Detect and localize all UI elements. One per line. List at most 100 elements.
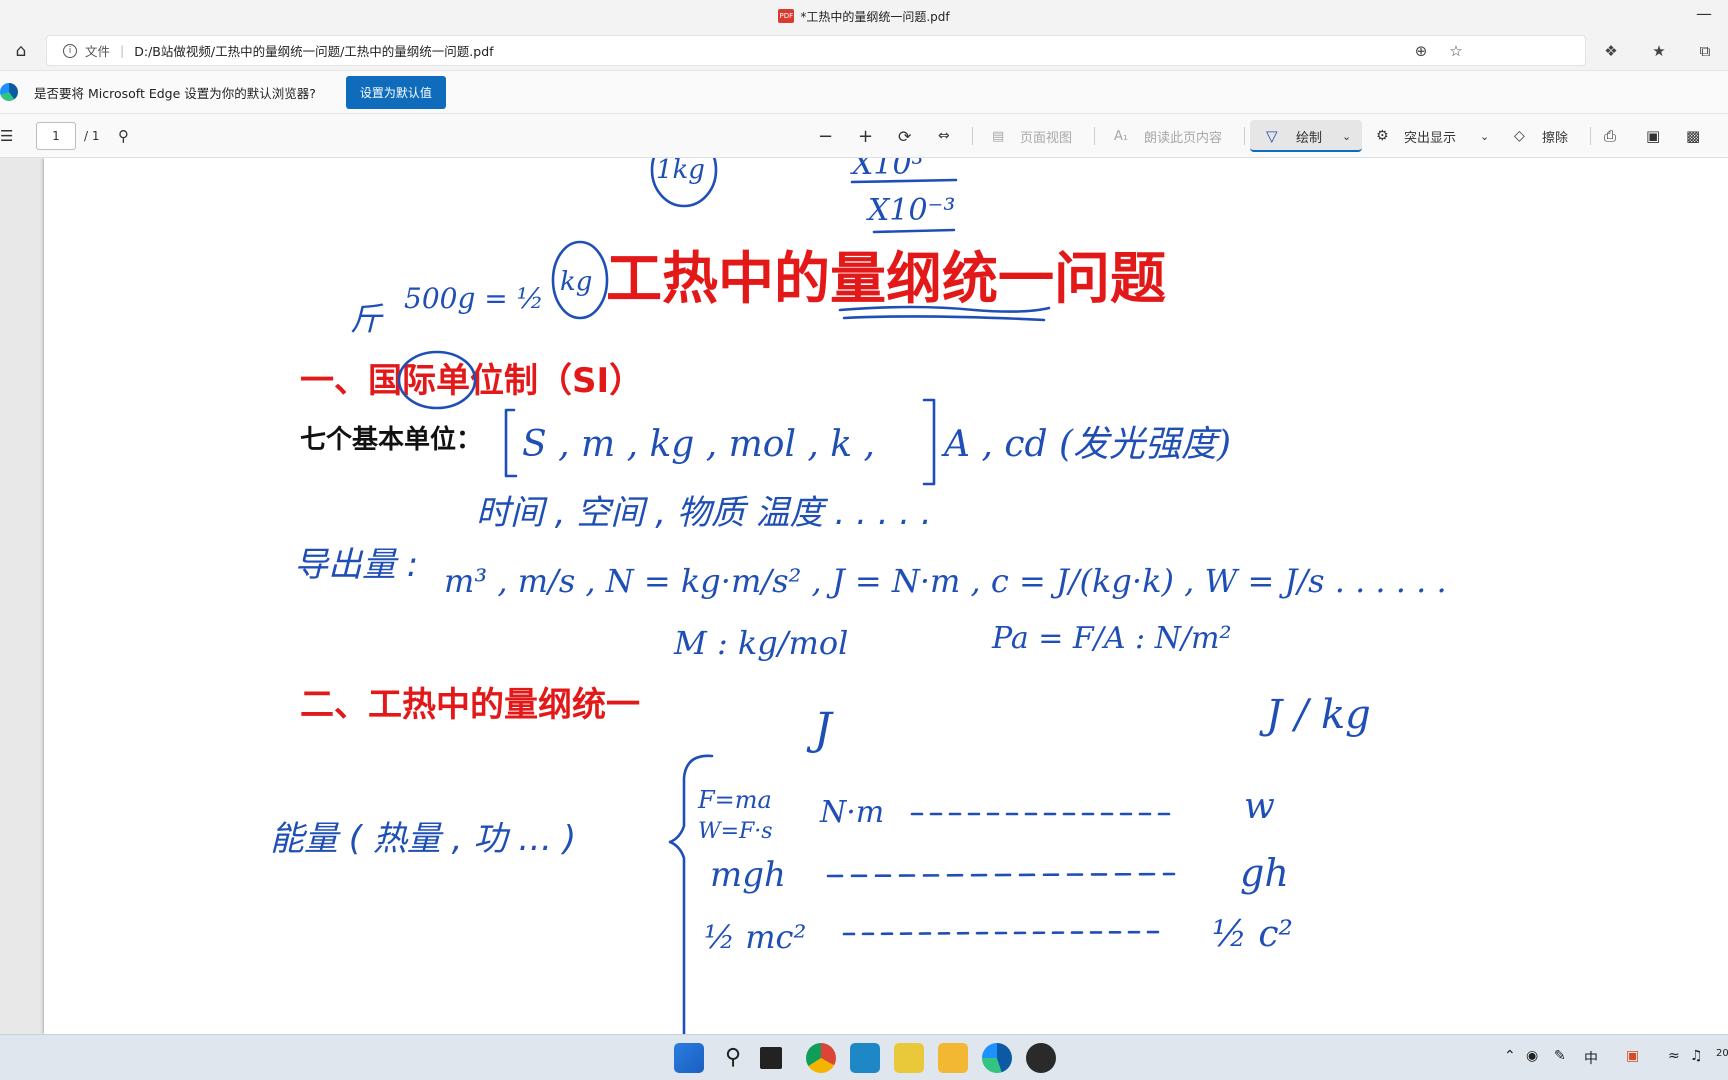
chevron-down-icon[interactable]: ⌄ (1480, 114, 1489, 158)
wifi-icon[interactable]: ≈ (1668, 1048, 1680, 1064)
pdf-toolbar: ☰ 1 / 1 ⚲ − + ⟳ ⇔ ▤ 页面视图 A₁ 朗读此页内容 ▽ 绘制 … (0, 114, 1728, 158)
toolbar-divider (1590, 127, 1591, 145)
hw-base-units: S , m , kg , mol , k , (522, 424, 875, 465)
ink-bracket-right (922, 398, 936, 486)
contents-icon[interactable]: ☰ (0, 114, 13, 158)
ime-indicator[interactable]: 中 (1584, 1048, 1598, 1068)
page-number-input[interactable]: 1 (36, 122, 76, 150)
toolbar-divider (1244, 127, 1245, 145)
url-text[interactable]: D:/B站做视频/工热中的量纲统一问题/工热中的量纲统一问题.pdf (134, 41, 493, 60)
pdf-page[interactable]: 1kg X10³ X10⁻³ 斤 500g = ½ kg 工热中的量纲统一问题 … (44, 158, 1728, 1034)
search-icon[interactable]: ⚲ (118, 114, 129, 158)
print-icon[interactable]: ⎙ (1604, 114, 1616, 158)
windows-start-icon[interactable] (674, 1043, 704, 1073)
taskbar: ⚲ ⌃ ◉ ✎ 中 ▣ ≈ ♫ 20 (0, 1034, 1728, 1080)
hw-col-jkg: J / kg (1259, 692, 1371, 738)
zoom-out-icon[interactable]: − (818, 114, 833, 158)
extensions-icon[interactable]: ❖ (1600, 40, 1622, 62)
draw-button[interactable]: 绘制 (1296, 114, 1322, 158)
rotate-icon[interactable]: ⟳ (898, 114, 911, 158)
zoom-in-icon[interactable]: + (858, 114, 873, 158)
hw-f-ma: F=ma (697, 786, 772, 814)
infobar-message: 是否要将 Microsoft Edge 设置为你的默认浏览器? (34, 85, 316, 101)
hw-row1-left: N·m (819, 795, 884, 830)
security-label: 文件 (85, 44, 111, 59)
clock-text[interactable]: 20 (1716, 1048, 1728, 1059)
hw-jin: 斤 (350, 300, 384, 338)
hw-col-j: J (806, 704, 834, 755)
draw-icon[interactable]: ▽ (1266, 114, 1278, 158)
eraser-icon[interactable]: ◇ (1514, 114, 1525, 158)
page-total: / 1 (84, 129, 100, 143)
ink-dash-row2 (826, 872, 1176, 878)
address-bar[interactable]: i 文件 | D:/B站做视频/工热中的量纲统一问题/工热中的量纲统一问题.pd… (46, 35, 1586, 66)
info-icon[interactable]: i (63, 43, 77, 58)
file-explorer-icon[interactable] (938, 1043, 968, 1073)
hw-w-fs: W=F·s (698, 819, 773, 844)
default-browser-infobar: 是否要将 Microsoft Edge 设置为你的默认浏览器? 设置为默认值 (0, 70, 1728, 114)
highlight-icon[interactable]: ⚙ (1376, 114, 1389, 158)
obs-icon[interactable] (1026, 1043, 1056, 1073)
hw-derived-units: m³ , m/s , N = kg·m/s² , J = N·m , c = J… (444, 562, 1447, 600)
highlight-button[interactable]: 突出显示 (1404, 114, 1456, 158)
chevron-down-icon[interactable]: ⌄ (1342, 114, 1351, 158)
base-units-label: 七个基本单位： (300, 424, 482, 455)
ink-bracket-left (504, 408, 518, 478)
erase-button[interactable]: 擦除 (1542, 114, 1568, 158)
ink-underline-title-2 (842, 315, 1046, 322)
pdf-file-icon: PDF (778, 9, 795, 23)
hw-kg: kg (560, 267, 592, 297)
favorites-icon[interactable]: ★ (1648, 40, 1670, 62)
address-divider: | (120, 43, 125, 58)
home-icon[interactable]: ⌂ (10, 40, 32, 62)
player-icon[interactable] (894, 1043, 924, 1073)
read-aloud-icon: A₁ (1114, 128, 1129, 144)
add-favorite-icon[interactable]: ☆ (1445, 40, 1467, 62)
ink-dash-row3 (842, 930, 1166, 936)
minimize-icon[interactable]: — (1696, 4, 1712, 23)
page-view-icon: ▤ (992, 128, 1005, 144)
hw-pressure: Pa = F/A : N/m² (991, 621, 1232, 656)
page-view-button: 页面视图 (1020, 130, 1073, 146)
page-canvas: 1kg X10³ X10⁻³ 斤 500g = ½ kg 工热中的量纲统一问题 … (270, 158, 1447, 1034)
hw-row3-left: ½ mc² (704, 918, 806, 956)
section-heading-dimension: 二、工热中的量纲统一 (300, 685, 640, 725)
hw-extra-units: A , cd (发光强度) (941, 424, 1231, 465)
fit-width-icon[interactable]: ⇔ (938, 114, 950, 158)
hw-molar-mass: M : kg/mol (673, 624, 848, 662)
tray-overflow-icon[interactable]: ⌃ (1504, 1048, 1516, 1064)
document-title: 工热中的量纲统一问题 (606, 247, 1166, 312)
qq-icon[interactable]: ◉ (1526, 1048, 1538, 1064)
window-title: *工热中的量纲统一问题.pdf (800, 9, 950, 24)
hw-quantities: 时间 , 空间 , 物质 温度 . . . . . (476, 493, 932, 533)
toolbar-divider (1094, 127, 1095, 145)
collections-icon[interactable]: ⧉ (1694, 40, 1716, 62)
ink-underline-factor-2 (872, 228, 956, 234)
hw-factor-2: X10⁻³ (866, 193, 955, 228)
hw-row1-right: w (1244, 786, 1275, 827)
title-bar: PDF *工热中的量纲统一问题.pdf — (0, 0, 1728, 32)
hw-energy: 能量 ( 热量 , 功 … ) (270, 819, 576, 859)
edge-logo-icon (0, 83, 18, 101)
hw-jin-expr: 500g = ½ (404, 282, 544, 315)
volume-icon[interactable]: ♫ (1690, 1048, 1703, 1064)
search-icon[interactable]: ⚲ (718, 1043, 748, 1073)
address-row: ⌂ i 文件 | D:/B站做视频/工热中的量纲统一问题/工热中的量纲统一问题.… (0, 32, 1728, 70)
hw-derived-label: 导出量 : (294, 545, 418, 585)
hw-factor-1: X10³ (850, 158, 924, 182)
edge-icon[interactable] (982, 1043, 1012, 1073)
zoom-icon[interactable]: ⊕ (1410, 40, 1432, 62)
document-viewport[interactable]: 1kg X10³ X10⁻³ 斤 500g = ½ kg 工热中的量纲统一问题 … (0, 158, 1728, 1034)
save-icon[interactable]: ▣ (1646, 114, 1660, 158)
save-as-icon[interactable]: ▩ (1686, 114, 1700, 158)
hw-1kg: 1kg (656, 158, 705, 185)
read-aloud-button: 朗读此页内容 (1144, 130, 1223, 146)
chrome-icon[interactable] (806, 1043, 836, 1073)
hw-row2-left: mgh (710, 855, 786, 895)
toolbar-divider (972, 127, 973, 145)
sogou-icon[interactable]: ▣ (1626, 1048, 1639, 1064)
task-view-icon[interactable] (760, 1047, 782, 1069)
set-default-button[interactable]: 设置为默认值 (345, 75, 446, 109)
pen-icon[interactable]: ✎ (1554, 1048, 1566, 1064)
app-icon[interactable] (850, 1043, 880, 1073)
